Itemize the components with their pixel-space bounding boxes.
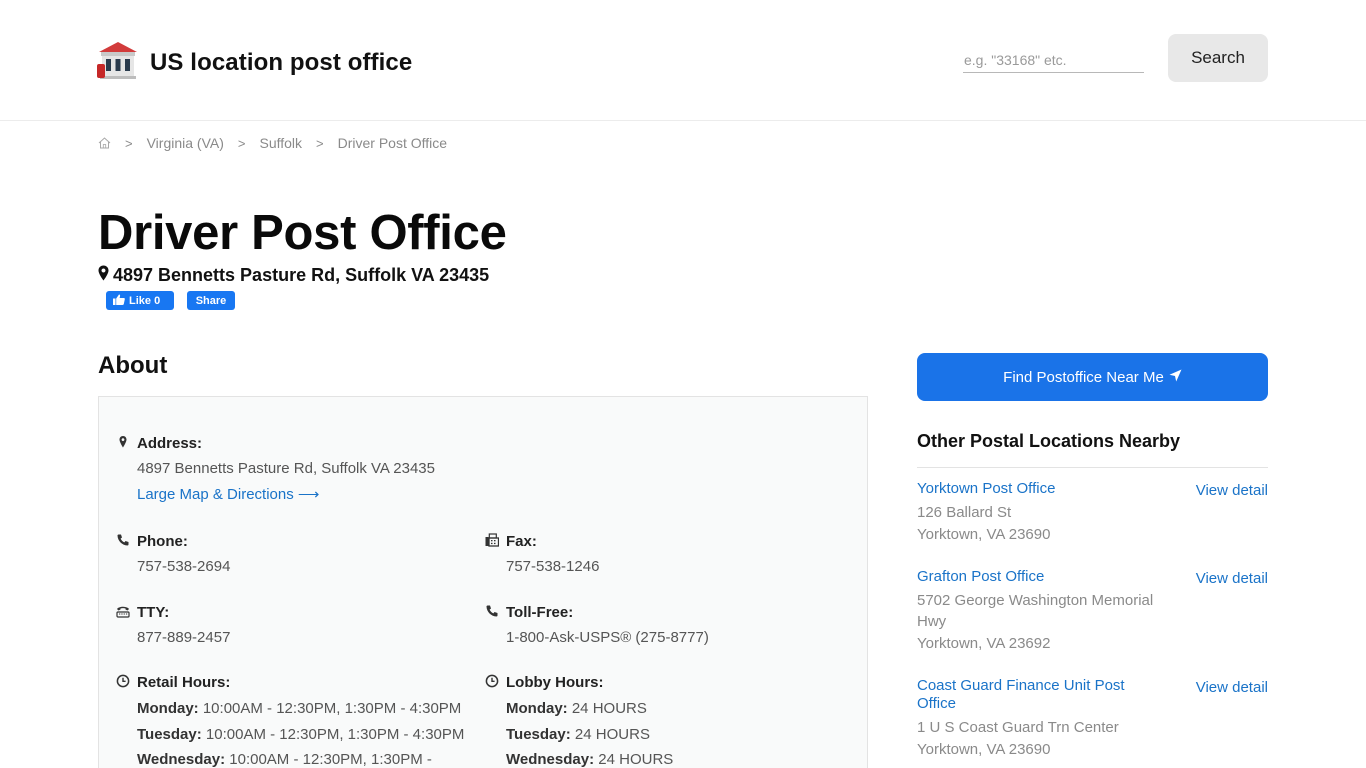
address-label: Address: (137, 434, 203, 452)
retail-hours-section: Retail Hours: Monday: 10:00AM - 12:30PM,… (116, 673, 465, 768)
breadcrumb: > Virginia (VA) > Suffolk > Driver Post … (98, 135, 447, 151)
nearby-location-item: Grafton Post Office 5702 George Washingt… (917, 568, 1268, 654)
nearby-location-name-link[interactable]: Coast Guard Finance Unit Post Office (917, 677, 1157, 713)
location-arrow-icon (1164, 369, 1182, 386)
nearby-locations-title: Other Postal Locations Nearby (917, 431, 1181, 451)
fax-icon (485, 533, 499, 547)
post-office-logo-icon (97, 40, 139, 85)
facebook-share-button[interactable]: Share (187, 291, 235, 310)
breadcrumb-item-current: Driver Post Office (337, 135, 448, 151)
thumbs-up-icon (113, 294, 129, 308)
tty-value: 877-889-2457 (137, 629, 231, 646)
find-postoffice-label: Find Postoffice Near Me (1003, 368, 1164, 386)
clock-icon (485, 674, 499, 688)
phone-icon (116, 533, 130, 547)
nearby-location-city: Yorktown, VA 23690 (917, 526, 1051, 543)
page-title: Driver Post Office (98, 206, 507, 260)
view-detail-link[interactable]: View detail (1196, 679, 1268, 696)
retail-hours-row: Tuesday: 10:00AM - 12:30PM, 1:30PM - 4:3… (137, 725, 465, 743)
about-panel: Address: 4897 Bennetts Pasture Rd, Suffo… (98, 396, 868, 768)
nearby-location-name-link[interactable]: Grafton Post Office (917, 568, 1157, 586)
breadcrumb-separator: > (316, 135, 324, 151)
tty-icon (116, 604, 130, 618)
page-address: 4897 Bennetts Pasture Rd, Suffolk VA 234… (98, 265, 489, 286)
toll-free-value: 1-800-Ask-USPS® (275-8777) (506, 629, 709, 646)
phone-section: Phone: 757-538-2694 (117, 532, 231, 576)
nearby-location-item: Yorktown Post Office 126 Ballard St York… (917, 480, 1268, 545)
site-logo-link[interactable]: US location post office (97, 40, 412, 85)
site-title: US location post office (150, 48, 413, 76)
phone-label: Phone: (137, 532, 188, 550)
find-postoffice-near-me-button[interactable]: Find Postoffice Near Me (917, 353, 1268, 401)
retail-hours-label: Retail Hours: (137, 673, 231, 691)
search-button[interactable]: Search (1168, 34, 1268, 82)
about-heading: About (98, 352, 168, 379)
search-input[interactable] (963, 48, 1144, 73)
breadcrumb-separator: > (125, 135, 133, 151)
toll-free-section: Toll-Free: 1-800-Ask-USPS® (275-8777) (486, 603, 709, 647)
address-value: 4897 Bennetts Pasture Rd, Suffolk VA 234… (137, 460, 435, 477)
phone-value: 757-538-2694 (137, 558, 231, 575)
lobby-hours-row: Tuesday: 24 HOURS (506, 725, 650, 743)
map-marker-icon (116, 435, 130, 449)
breadcrumb-item-city[interactable]: Suffolk (259, 135, 302, 151)
large-map-directions-link[interactable]: Large Map & Directions ⟶ (137, 486, 435, 504)
nearby-divider (917, 467, 1268, 468)
lobby-hours-row: Monday: 24 HOURS (506, 700, 647, 717)
address-section: Address: 4897 Bennetts Pasture Rd, Suffo… (119, 434, 435, 504)
map-marker-icon (98, 265, 113, 286)
home-icon[interactable] (98, 137, 111, 149)
facebook-like-label: Like 0 (129, 294, 161, 307)
toll-free-label: Toll-Free: (506, 603, 574, 621)
fax-value: 757-538-1246 (506, 558, 600, 575)
facebook-like-button[interactable]: Like 0 (106, 291, 174, 310)
nearby-location-address: 126 Ballard St (917, 504, 1012, 521)
fax-label: Fax: (506, 532, 537, 550)
retail-hours-row: Monday: 10:00AM - 12:30PM, 1:30PM - 4:30… (137, 700, 462, 717)
view-detail-link[interactable]: View detail (1196, 482, 1268, 499)
tty-label: TTY: (137, 603, 170, 621)
clock-icon (116, 674, 130, 688)
lobby-hours-label: Lobby Hours: (506, 673, 604, 691)
breadcrumb-item-state[interactable]: Virginia (VA) (147, 135, 224, 151)
lobby-hours-section: Lobby Hours: Monday: 24 HOURS Tuesday: 2… (485, 673, 674, 768)
lobby-hours-row: Wednesday: 24 HOURS (506, 751, 674, 768)
fax-section: Fax: 757-538-1246 (485, 532, 600, 576)
view-detail-link[interactable]: View detail (1196, 570, 1268, 587)
tty-section: TTY: 877-889-2457 (116, 603, 231, 647)
nearby-location-city: Yorktown, VA 23690 (917, 741, 1051, 758)
breadcrumb-separator: > (237, 135, 246, 151)
nearby-location-name-link[interactable]: Yorktown Post Office (917, 480, 1157, 498)
phone-icon (485, 604, 499, 618)
nearby-location-address: 5702 George Washington Memorial Hwy (917, 592, 1154, 630)
nearby-location-address: 1 U S Coast Guard Trn Center (917, 719, 1119, 736)
nearby-location-item: Coast Guard Finance Unit Post Office 1 U… (917, 677, 1268, 760)
retail-hours-row: Wednesday: 10:00AM - 12:30PM, 1:30PM - (137, 751, 432, 768)
nearby-location-city: Yorktown, VA 23692 (917, 635, 1051, 652)
page-address-text: 4897 Bennetts Pasture Rd, Suffolk VA 234… (113, 265, 490, 285)
site-header: US location post office Search (0, 0, 1366, 121)
